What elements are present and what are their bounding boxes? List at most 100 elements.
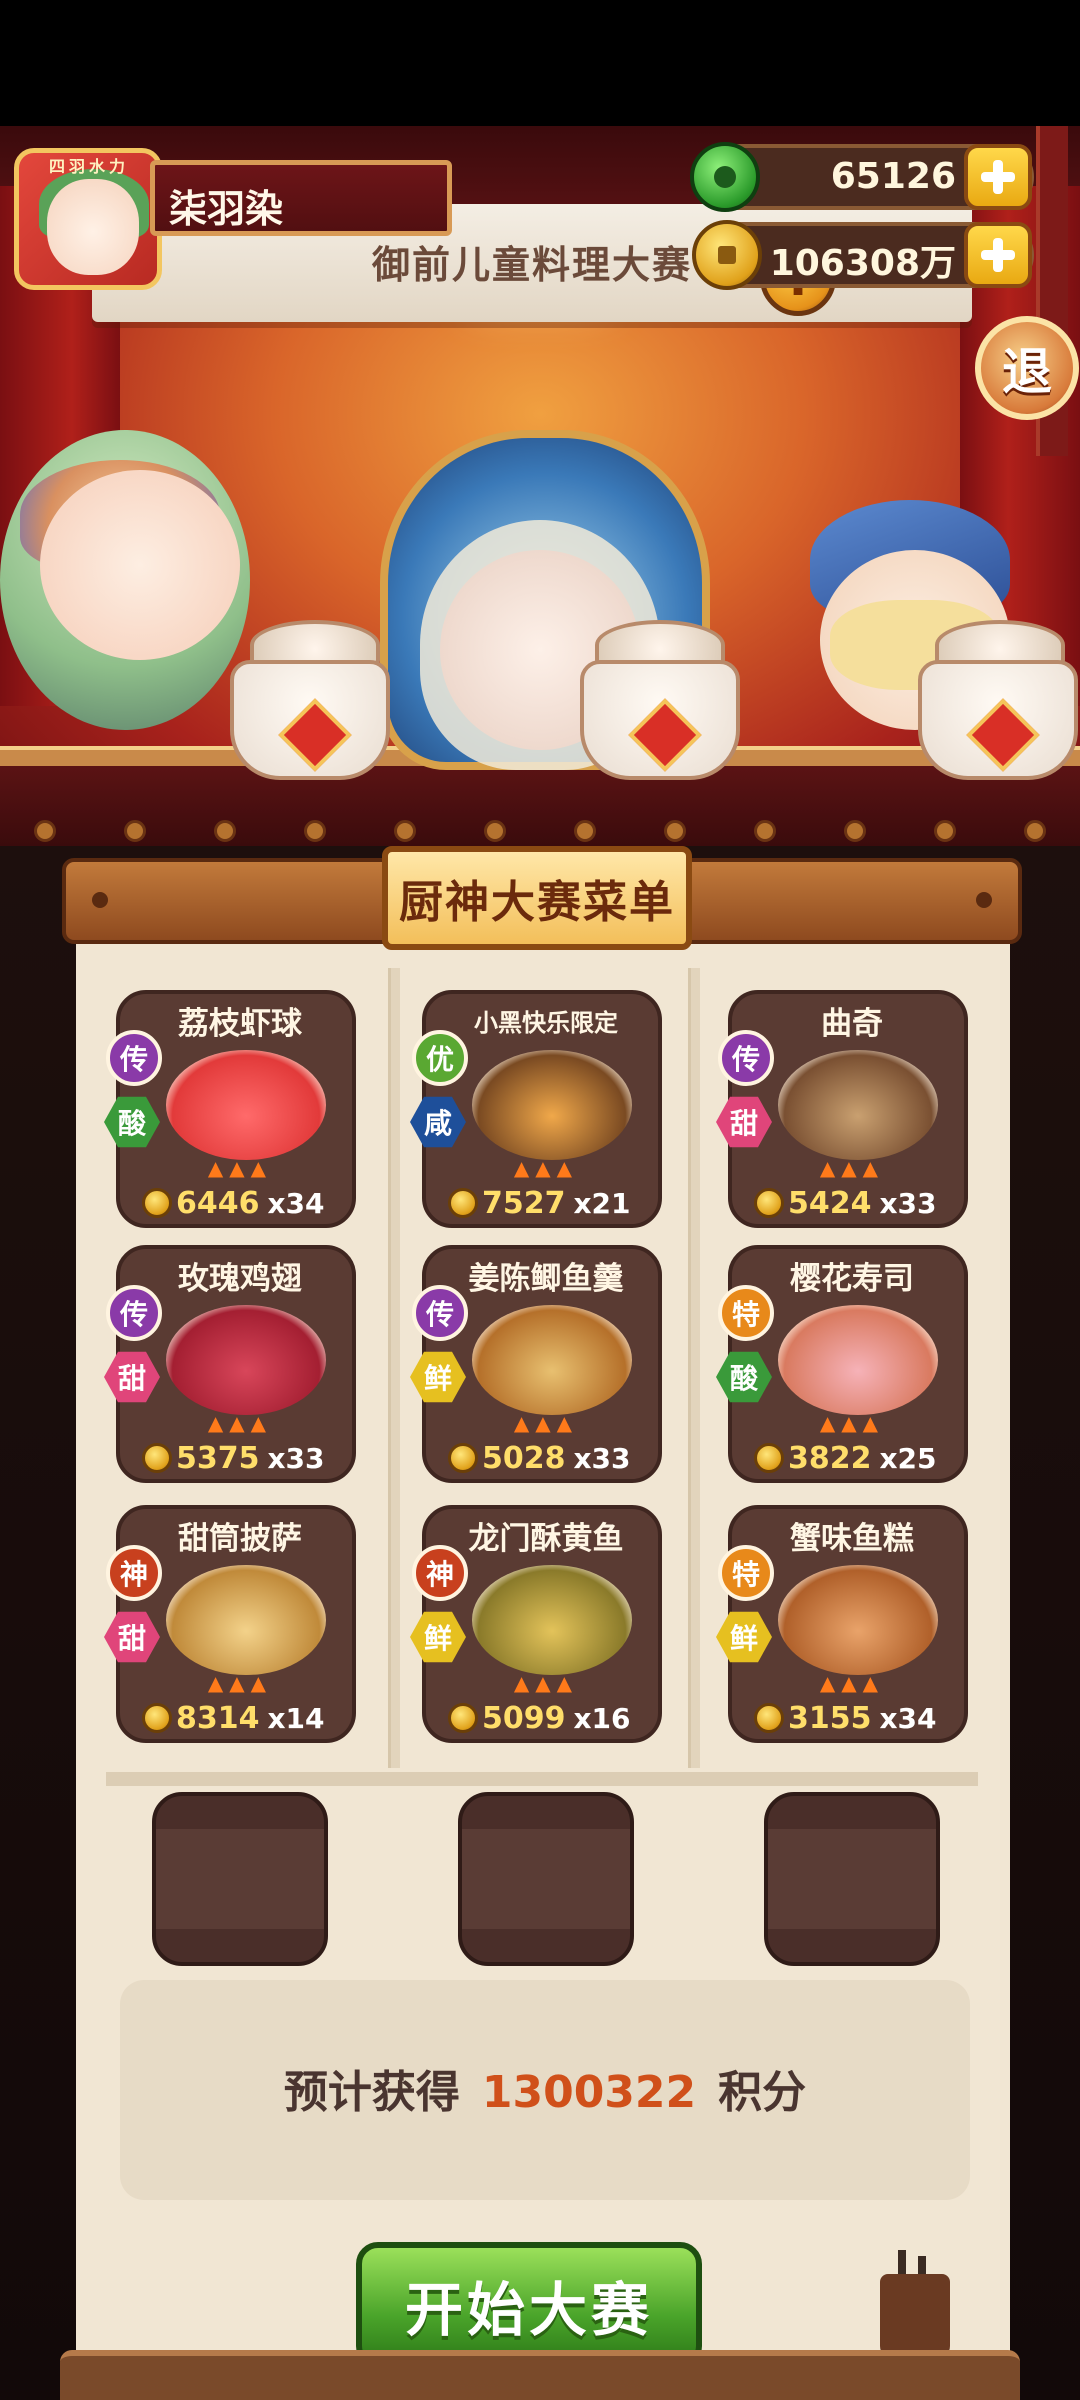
dish-price: 5099	[482, 1700, 566, 1736]
flame-rating-icon: ▲▲▲	[207, 1411, 273, 1435]
coin-icon	[448, 1188, 478, 1218]
rank-badge: 神	[106, 1545, 162, 1601]
jade-amount: 65126	[830, 156, 956, 197]
rank-badge: 神	[412, 1545, 468, 1601]
dish-name: 曲奇	[821, 1006, 883, 1042]
dish-name: 小黑快乐限定	[474, 1009, 618, 1037]
dish-card[interactable]: 姜陈鲫鱼羹 ▲▲▲ 传鲜 5028 x33	[410, 1245, 662, 1483]
dish-quantity: x21	[573, 1186, 631, 1220]
coin-icon	[754, 1443, 784, 1473]
cooking-pot	[580, 660, 740, 780]
status-bar-area	[0, 0, 1080, 126]
dish-card[interactable]: 龙门酥黄鱼 ▲▲▲ 神鲜 5099 x16	[410, 1505, 662, 1743]
column-divider	[388, 968, 400, 1768]
coin-icon	[448, 1443, 478, 1473]
coin-icon	[692, 220, 762, 290]
avatar-face	[47, 179, 139, 275]
rank-badge: 特	[718, 1285, 774, 1341]
dish-image	[778, 1050, 938, 1160]
dish-card[interactable]: 小黑快乐限定 ▲▲▲ 优咸 7527 x21	[410, 990, 662, 1228]
flame-rating-icon: ▲▲▲	[207, 1156, 273, 1180]
dish-price: 7527	[482, 1185, 566, 1221]
dish-name: 姜陈鲫鱼羹	[468, 1261, 624, 1297]
cooking-pot	[230, 660, 390, 780]
dish-price-row: 5028 x33	[448, 1439, 646, 1477]
empty-dish-slot[interactable]	[152, 1792, 328, 1966]
dish-quantity: x33	[879, 1186, 937, 1220]
dish-quantity: x33	[573, 1441, 631, 1475]
cooking-pot	[918, 660, 1078, 780]
dish-price: 8314	[176, 1700, 260, 1736]
dish-price-row: 6446 x34	[142, 1184, 340, 1222]
estimate-points: 1300322	[481, 2067, 697, 2118]
estimate-prefix: 预计获得	[283, 2067, 460, 2118]
dish-image	[166, 1305, 326, 1415]
coin-amount: 106308万	[769, 243, 956, 284]
dish-price: 5424	[788, 1185, 872, 1221]
coin-icon	[754, 1703, 784, 1733]
coin-icon	[448, 1703, 478, 1733]
bottom-rail	[60, 2350, 1020, 2400]
flame-rating-icon: ▲▲▲	[207, 1671, 273, 1695]
dish-image	[472, 1305, 632, 1415]
chef-left-head	[40, 470, 240, 660]
empty-dish-slot[interactable]	[458, 1792, 634, 1966]
dish-quantity: x25	[879, 1441, 937, 1475]
dish-quantity: x14	[267, 1701, 325, 1735]
dish-name: 龙门酥黄鱼	[468, 1521, 624, 1557]
dish-name: 甜筒披萨	[178, 1521, 302, 1557]
dish-name: 蟹味鱼糕	[790, 1521, 914, 1557]
flame-rating-icon: ▲▲▲	[819, 1156, 885, 1180]
rank-badge: 传	[106, 1285, 162, 1341]
dish-quantity: x16	[573, 1701, 631, 1735]
add-coin-button[interactable]	[964, 222, 1032, 288]
dish-name: 玫瑰鸡翅	[178, 1261, 302, 1297]
menu-title: 厨神大赛菜单	[399, 877, 675, 928]
rank-badge: 优	[412, 1030, 468, 1086]
rank-badge: 传	[718, 1030, 774, 1086]
add-jade-button[interactable]	[964, 144, 1032, 210]
column-divider	[688, 968, 700, 1768]
dish-image	[472, 1565, 632, 1675]
dish-image	[778, 1305, 938, 1415]
dish-price: 3822	[788, 1440, 872, 1476]
dish-card[interactable]: 荔枝虾球 ▲▲▲ 传酸 6446 x34	[104, 990, 356, 1228]
rank-badge: 传	[412, 1285, 468, 1341]
empty-dish-slot[interactable]	[764, 1792, 940, 1966]
flame-rating-icon: ▲▲▲	[513, 1411, 579, 1435]
dish-price-row: 3822 x25	[754, 1439, 952, 1477]
dish-image	[778, 1565, 938, 1675]
dish-price: 6446	[176, 1185, 260, 1221]
dish-price: 3155	[788, 1700, 872, 1736]
dish-card[interactable]: 蟹味鱼糕 ▲▲▲ 特鲜 3155 x34	[716, 1505, 968, 1743]
avatar[interactable]: 四羽水力	[14, 148, 162, 290]
rank-badge: 传	[106, 1030, 162, 1086]
coin-icon	[142, 1188, 172, 1218]
dish-quantity: x34	[267, 1186, 325, 1220]
flame-rating-icon: ▲▲▲	[513, 1671, 579, 1695]
dish-card[interactable]: 玫瑰鸡翅 ▲▲▲ 传甜 5375 x33	[104, 1245, 356, 1483]
start-contest-label: 开始大赛	[404, 2276, 653, 2344]
dish-price-row: 3155 x34	[754, 1699, 952, 1737]
flame-rating-icon: ▲▲▲	[819, 1671, 885, 1695]
estimate-panel: 预计获得 1300322 积分	[120, 1980, 970, 2200]
dish-image	[472, 1050, 632, 1160]
dish-card[interactable]: 曲奇 ▲▲▲ 传甜 5424 x33	[716, 990, 968, 1228]
dish-card[interactable]: 甜筒披萨 ▲▲▲ 神甜 8314 x14	[104, 1505, 356, 1743]
dish-price-row: 5375 x33	[142, 1439, 340, 1477]
player-name-plate: 柒羽染	[150, 160, 452, 236]
dish-card[interactable]: 樱花寿司 ▲▲▲ 特酸 3822 x25	[716, 1245, 968, 1483]
dish-name: 樱花寿司	[790, 1261, 914, 1297]
coin-icon	[142, 1703, 172, 1733]
player-name: 柒羽染	[169, 187, 284, 231]
dish-quantity: x33	[267, 1441, 325, 1475]
avatar-tag: 四羽水力	[49, 157, 130, 176]
dish-price-row: 5424 x33	[754, 1184, 952, 1222]
estimate-suffix: 积分	[718, 2067, 807, 2118]
dish-image	[166, 1565, 326, 1675]
dish-price-row: 8314 x14	[142, 1699, 340, 1737]
jade-icon	[690, 142, 760, 212]
estimate-text: 预计获得 1300322 积分	[120, 2056, 970, 2120]
dish-price: 5375	[176, 1440, 260, 1476]
exit-button[interactable]: 退	[975, 316, 1079, 420]
